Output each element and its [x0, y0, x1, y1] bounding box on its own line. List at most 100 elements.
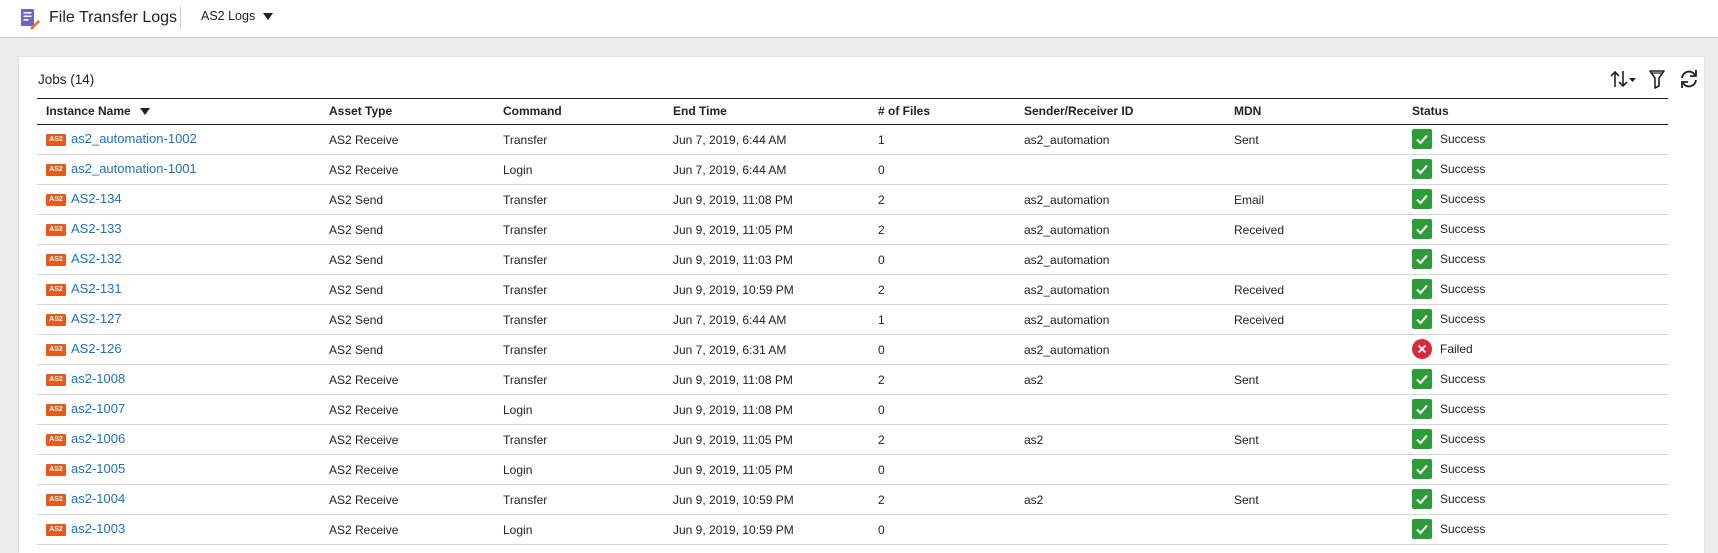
table-row[interactable]: AS2 AS2-132 AS2 Send Transfer Jun 9, 2019, 1…: [37, 245, 1668, 275]
instance-name-link[interactable]: as2-1004: [71, 491, 125, 506]
as2-icon: AS2: [46, 433, 66, 446]
column-header-status[interactable]: Status: [1412, 99, 1449, 124]
instance-name-link[interactable]: as2-1006: [71, 431, 125, 446]
column-header-command[interactable]: Command: [503, 99, 562, 124]
table-row[interactable]: AS2 as2-1008 AS2 Receive Transfer Jun 9, 201…: [37, 365, 1668, 395]
status-cell: Success: [1412, 245, 1485, 272]
files-cell: 0: [878, 163, 885, 177]
status-label: Success: [1440, 401, 1486, 416]
asset-type-cell: AS2 Receive: [329, 523, 399, 537]
end-time-cell: Jun 9, 2019, 11:05 PM: [673, 223, 793, 237]
sort-desc-icon: [139, 108, 150, 116]
table-row[interactable]: AS2 AS2-133 AS2 Send Transfer Jun 9, 2019, 1…: [37, 215, 1668, 245]
asset-type-cell: AS2 Receive: [329, 163, 399, 177]
mdn-cell: Received: [1234, 313, 1285, 327]
table-row[interactable]: AS2 as2-1006 AS2 Receive Transfer Jun 9, 201…: [37, 425, 1668, 455]
status-label: Success: [1440, 251, 1486, 266]
column-header-end-time[interactable]: End Time: [673, 99, 727, 124]
table-row[interactable]: AS2 AS2-131 AS2 Send Transfer Jun 9, 2019, 1…: [37, 275, 1668, 305]
instance-name-link[interactable]: AS2-132: [71, 251, 122, 266]
files-cell: 2: [878, 433, 885, 447]
as2-icon: AS2: [46, 193, 66, 206]
log-type-dropdown[interactable]: AS2 Logs: [201, 9, 274, 23]
end-time-cell: Jun 9, 2019, 11:03 PM: [673, 253, 793, 267]
table-header: Instance Name Asset Type Command End Tim…: [37, 98, 1668, 125]
instance-name-link[interactable]: as2_automation-1002: [71, 131, 197, 146]
table-row[interactable]: AS2 AS2-126 AS2 Send Transfer Jun 7, 2019, 6…: [37, 335, 1668, 365]
asset-type-cell: AS2 Send: [329, 193, 384, 207]
column-header-asset-type[interactable]: Asset Type: [329, 99, 392, 124]
table-row[interactable]: AS2 AS2-134 AS2 Send Transfer Jun 9, 2019, 1…: [37, 185, 1668, 215]
check-icon: [1412, 158, 1432, 179]
mdn-cell: Received: [1234, 223, 1285, 237]
instance-name-cell: AS2 as2-1005: [46, 455, 125, 482]
file-transfer-logs-icon: [19, 8, 41, 30]
table-row[interactable]: AS2 as2-1004 AS2 Receive Transfer Jun 9, 201…: [37, 485, 1668, 515]
instance-name-link[interactable]: as2-1007: [71, 401, 125, 416]
mdn-cell: Received: [1234, 283, 1285, 297]
check-icon: [1412, 458, 1432, 479]
command-cell: Transfer: [503, 343, 548, 357]
table-row[interactable]: AS2 as2-1003 AS2 Receive Login Jun 9, 2019, …: [37, 515, 1668, 545]
command-cell: Transfer: [503, 493, 548, 507]
status-cell: Success: [1412, 305, 1485, 332]
refresh-button[interactable]: [1674, 67, 1704, 91]
asset-type-cell: AS2 Receive: [329, 403, 399, 417]
table-row[interactable]: AS2 AS2-127 AS2 Send Transfer Jun 7, 2019, 6…: [37, 305, 1668, 335]
title-divider: [180, 6, 181, 30]
command-cell: Transfer: [503, 193, 548, 207]
as2-icon: AS2: [46, 253, 66, 266]
filter-button[interactable]: [1642, 67, 1672, 91]
instance-name-link[interactable]: as2-1005: [71, 461, 125, 476]
files-cell: 2: [878, 223, 885, 237]
instance-name-link[interactable]: AS2-134: [71, 191, 122, 206]
column-header-files[interactable]: # of Files: [878, 99, 930, 124]
instance-name-link[interactable]: as2-1008: [71, 371, 125, 386]
jobs-title: Jobs (14): [38, 72, 95, 87]
files-cell: 0: [878, 253, 885, 267]
jobs-table: Instance Name Asset Type Command End Tim…: [37, 98, 1668, 545]
end-time-cell: Jun 7, 2019, 6:44 AM: [673, 133, 787, 147]
check-icon: [1412, 128, 1432, 149]
table-row[interactable]: AS2 as2-1005 AS2 Receive Login Jun 9, 2019, …: [37, 455, 1668, 485]
table-row[interactable]: AS2 as2-1007 AS2 Receive Login Jun 9, 2019, …: [37, 395, 1668, 425]
column-header-sender-receiver-id[interactable]: Sender/Receiver ID: [1024, 99, 1133, 124]
asset-type-cell: AS2 Receive: [329, 493, 399, 507]
table-row[interactable]: AS2 as2_automation-1002 AS2 Receive Transfe…: [37, 125, 1668, 155]
instance-name-link[interactable]: AS2-127: [71, 311, 122, 326]
files-cell: 2: [878, 493, 885, 507]
end-time-cell: Jun 9, 2019, 10:59 PM: [673, 283, 794, 297]
status-label: Failed: [1440, 341, 1473, 356]
instance-name-link[interactable]: AS2-126: [71, 341, 122, 356]
command-cell: Transfer: [503, 133, 548, 147]
instance-name-cell: AS2 as2_automation-1001: [46, 155, 197, 182]
instance-name-link[interactable]: AS2-133: [71, 221, 122, 236]
command-cell: Login: [503, 463, 533, 477]
end-time-cell: Jun 9, 2019, 11:08 PM: [673, 373, 793, 387]
status-label: Success: [1440, 221, 1486, 236]
end-time-cell: Jun 9, 2019, 11:05 PM: [673, 463, 793, 477]
instance-name-link[interactable]: AS2-131: [71, 281, 122, 296]
jobs-panel: Jobs (14) Instance Name Asset Type Comma…: [19, 57, 1704, 553]
instance-name-link[interactable]: as2_automation-1001: [71, 161, 197, 176]
instance-name-link[interactable]: as2-1003: [71, 521, 125, 536]
as2-icon: AS2: [46, 163, 66, 176]
column-header-instance-name[interactable]: Instance Name: [46, 99, 150, 124]
as2-icon: AS2: [46, 463, 66, 476]
mdn-cell: Email: [1234, 193, 1265, 207]
status-cell: Success: [1412, 215, 1485, 242]
instance-name-cell: AS2 AS2-131: [46, 275, 122, 302]
status-cell: Success: [1412, 275, 1485, 302]
as2-icon: AS2: [46, 493, 66, 506]
status-label: Success: [1440, 311, 1486, 326]
status-cell: Success: [1412, 485, 1485, 512]
sender-receiver-cell: as2_automation: [1024, 343, 1110, 357]
as2-icon: AS2: [46, 373, 66, 386]
column-header-mdn[interactable]: MDN: [1234, 99, 1261, 124]
sort-button[interactable]: [1608, 67, 1638, 91]
sender-receiver-cell: as2_automation: [1024, 313, 1110, 327]
sender-receiver-cell: as2: [1024, 433, 1044, 447]
check-icon: [1412, 278, 1432, 299]
table-row[interactable]: AS2 as2_automation-1001 AS2 Receive Login Ju…: [37, 155, 1668, 185]
files-cell: 0: [878, 403, 885, 417]
